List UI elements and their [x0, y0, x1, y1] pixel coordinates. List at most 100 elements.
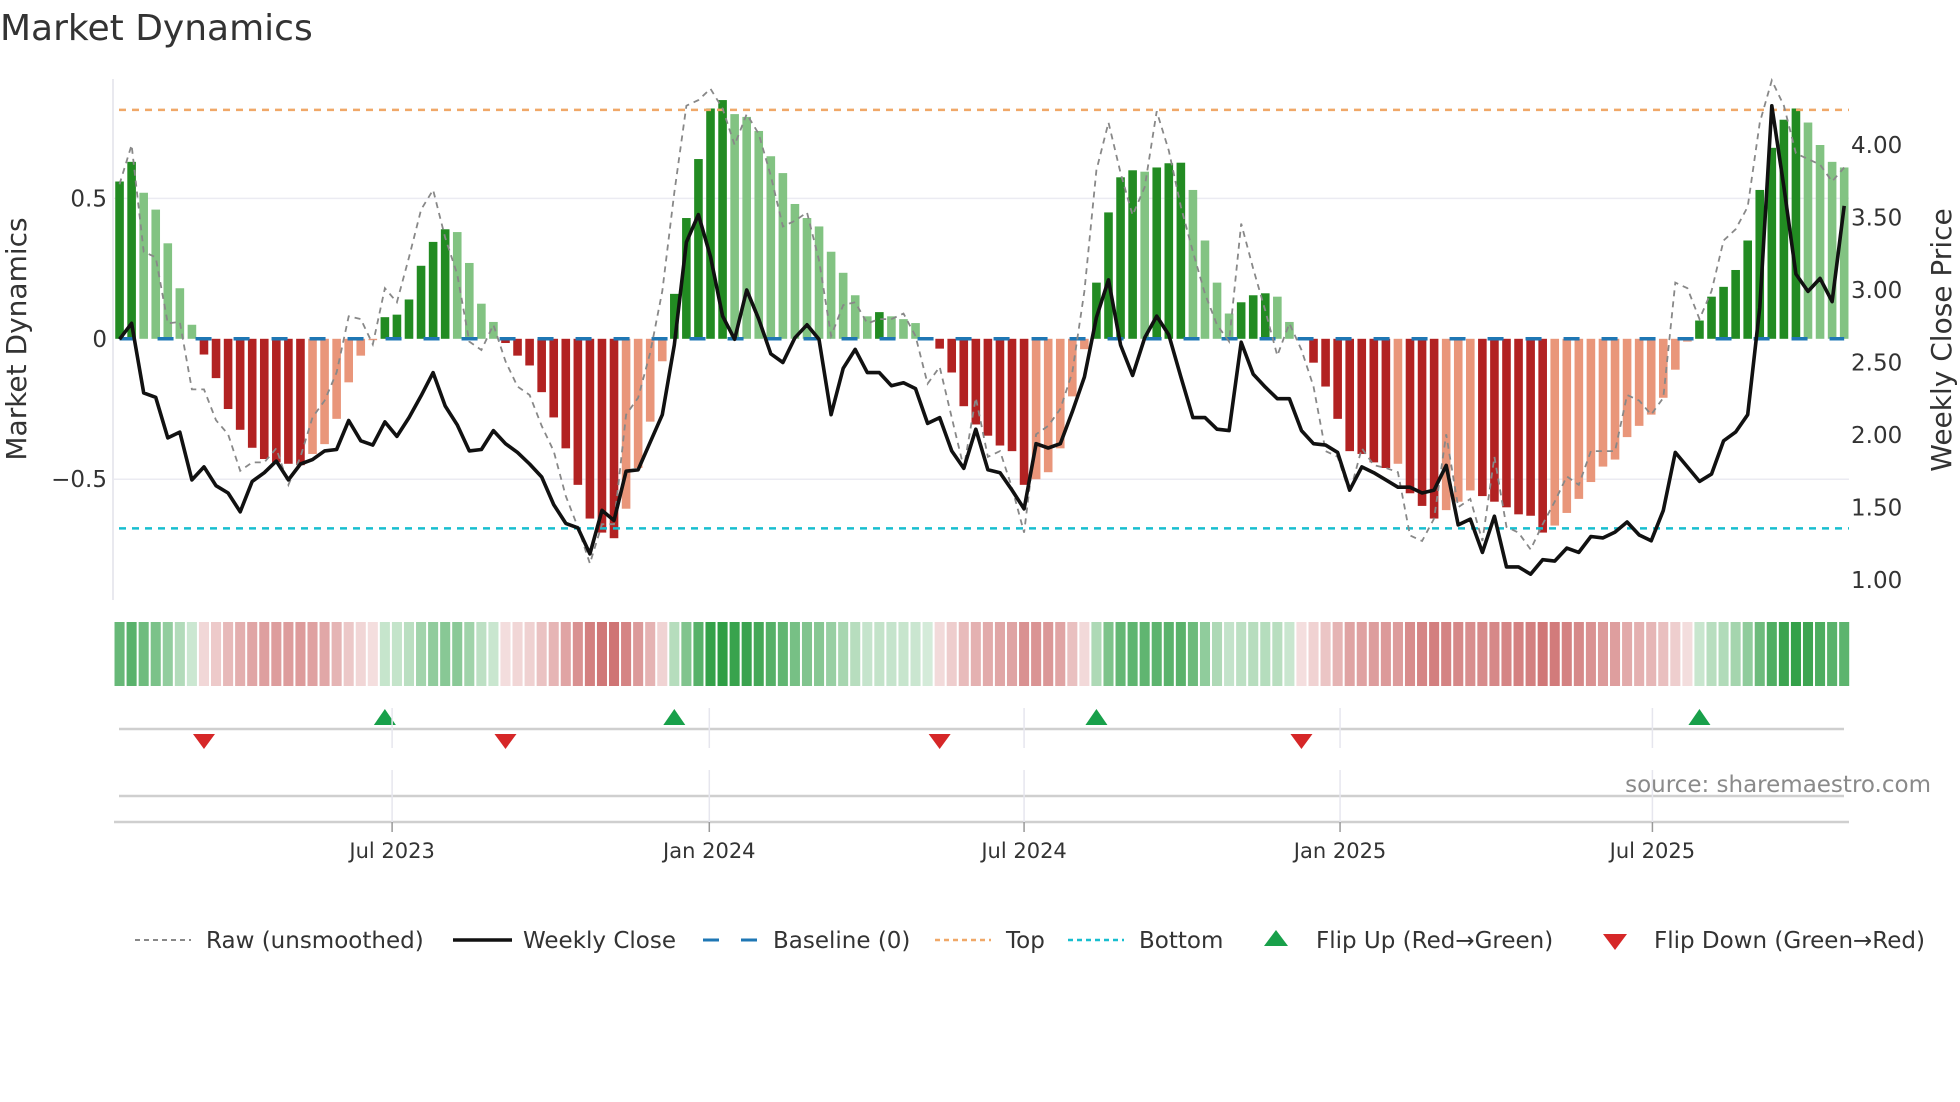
momentum-bar	[1321, 338, 1330, 387]
heat-cell	[452, 622, 463, 686]
right-axis-ticks: 4.00 3.50 3.00 2.50 2.00 1.50 1.00	[1851, 133, 1902, 594]
heat-cell	[1308, 622, 1319, 686]
flip-up-marker	[663, 709, 686, 725]
heat-cell	[814, 622, 825, 686]
heat-cell	[753, 622, 764, 686]
momentum-bar	[452, 232, 462, 339]
heat-cell	[138, 622, 149, 686]
momentum-bars	[115, 100, 1849, 539]
momentum-bar	[995, 338, 1005, 446]
momentum-bar	[380, 317, 390, 339]
heat-cell	[1489, 622, 1500, 686]
momentum-bar	[1803, 122, 1813, 339]
heat-cell	[247, 622, 258, 686]
heat-cell	[1513, 622, 1524, 686]
heat-cell	[1718, 622, 1729, 686]
heat-cell	[1236, 622, 1247, 686]
heat-cell	[379, 622, 390, 686]
momentum-bar	[308, 338, 317, 454]
legend-item-bottom: Bottom	[1068, 928, 1223, 954]
y2-tick-label: 4.00	[1851, 133, 1902, 159]
heat-cell	[1260, 622, 1271, 686]
heat-cell	[789, 622, 800, 686]
momentum-bar	[1671, 338, 1680, 370]
momentum-bar	[1345, 338, 1355, 452]
heat-cell	[1332, 622, 1343, 686]
momentum-bar	[259, 338, 269, 460]
left-axis-ticks: 0.5 0 −0.5	[51, 186, 107, 493]
heat-cell	[391, 622, 402, 686]
momentum-bar	[1236, 302, 1246, 339]
heat-cell	[1175, 622, 1186, 686]
heat-cell	[416, 622, 427, 686]
heat-cell	[1682, 622, 1693, 686]
heat-cell	[428, 622, 439, 686]
heat-cell	[186, 622, 197, 686]
heat-cell	[1272, 622, 1283, 686]
momentum-bar	[1273, 296, 1282, 339]
heat-cell	[1127, 622, 1138, 686]
legend-label: Bottom	[1139, 928, 1223, 954]
heat-cell	[1634, 622, 1645, 686]
heat-cell	[331, 622, 342, 686]
momentum-bar	[850, 295, 860, 339]
heat-cell	[681, 622, 692, 686]
heat-cell	[850, 622, 861, 686]
momentum-bar	[585, 338, 595, 519]
momentum-bar	[1586, 338, 1596, 483]
momentum-bar	[1453, 338, 1463, 502]
heat-cell	[476, 622, 487, 686]
heat-cell	[162, 622, 173, 686]
momentum-bar	[464, 262, 474, 339]
momentum-bar	[1646, 338, 1656, 415]
flip-up-marker	[1688, 709, 1711, 725]
momentum-bar	[633, 338, 643, 468]
legend-item-flip-up: Flip Up (Red→Green)	[1264, 928, 1553, 954]
momentum-bar	[416, 265, 426, 339]
heat-cell	[1441, 622, 1452, 686]
heat-cell	[1320, 622, 1331, 686]
heat-cell	[512, 622, 523, 686]
legend-item-top: Top	[935, 928, 1045, 954]
heat-cell	[1802, 622, 1814, 686]
momentum-bar	[1598, 338, 1608, 467]
momentum-bar	[223, 338, 233, 410]
momentum-bar	[1200, 240, 1210, 339]
heat-cell	[1790, 622, 1801, 686]
legend-label: Baseline (0)	[773, 928, 910, 954]
momentum-bar	[561, 338, 571, 449]
momentum-bar	[1707, 296, 1716, 339]
heat-cell	[1815, 622, 1826, 686]
heat-cell	[729, 622, 740, 686]
momentum-bar	[175, 288, 185, 339]
momentum-bar	[211, 338, 221, 379]
momentum-bar	[1140, 171, 1149, 339]
momentum-bar	[368, 338, 378, 341]
momentum-bar	[428, 241, 438, 339]
heat-cell	[1730, 622, 1741, 686]
heat-cell	[596, 622, 607, 686]
heat-cell	[1827, 622, 1838, 686]
momentum-bar	[1128, 170, 1137, 339]
heat-cell	[1778, 622, 1789, 686]
heat-cell	[621, 622, 632, 686]
momentum-bar	[127, 161, 136, 339]
heat-cell	[994, 622, 1005, 686]
momentum-bar	[1043, 338, 1053, 473]
heat-cell	[717, 622, 728, 686]
heat-cell	[922, 622, 933, 686]
heat-cell	[1609, 622, 1621, 686]
legend-label: Flip Up (Red→Green)	[1316, 928, 1553, 954]
heat-cell	[1139, 622, 1150, 686]
momentum-bar	[1610, 338, 1620, 460]
heat-cell	[1344, 622, 1355, 686]
momentum-bar	[790, 203, 800, 339]
heat-cell	[1646, 622, 1657, 686]
heat-cell	[536, 622, 547, 686]
momentum-bar	[1188, 189, 1198, 339]
heat-cell	[1573, 622, 1584, 686]
momentum-bar	[1466, 338, 1475, 491]
flip-down-marker	[192, 734, 215, 749]
heat-cell	[1031, 622, 1042, 686]
legend-label: Raw (unsmoothed)	[206, 928, 424, 954]
